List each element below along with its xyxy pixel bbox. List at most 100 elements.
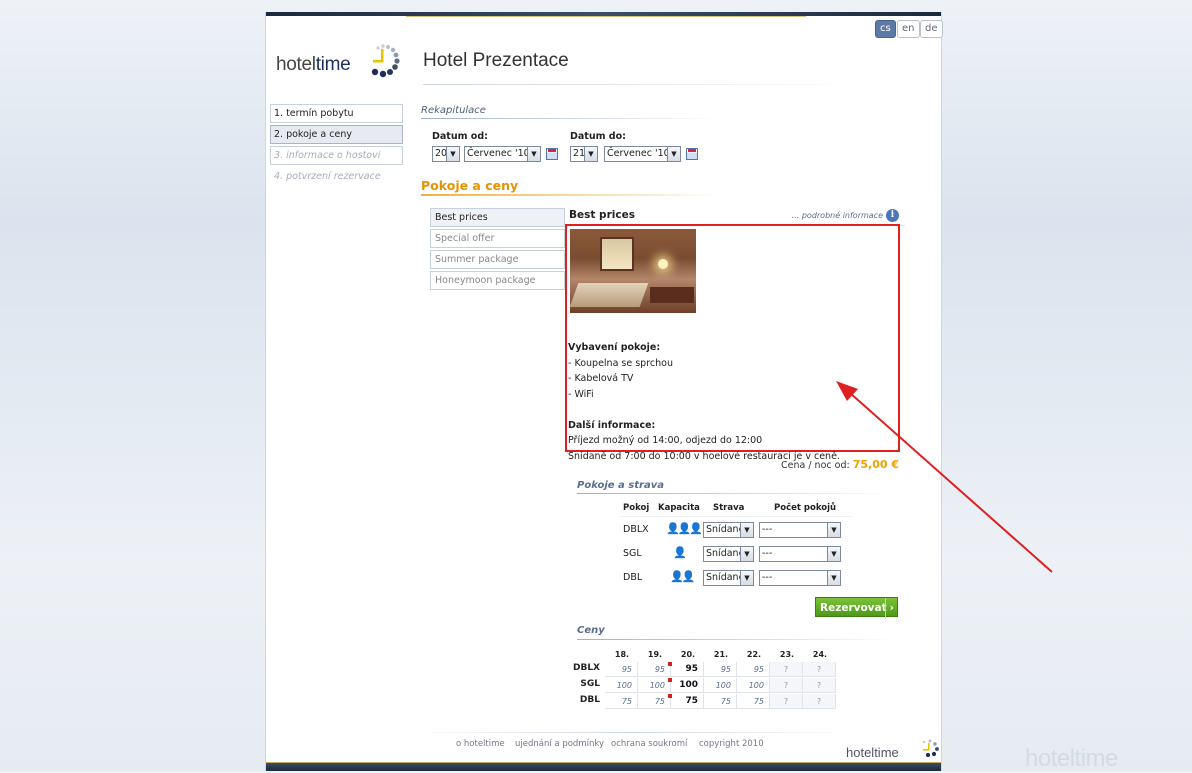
step-rooms-prices[interactable]: 2. pokoje a ceny	[270, 125, 403, 144]
chevron-down-icon: ▼	[584, 147, 597, 161]
clock-dots-icon	[922, 739, 939, 758]
footer-logo[interactable]: hoteltime	[846, 745, 899, 760]
capacity-three-icon: 👤👤👤	[666, 522, 703, 535]
date-to-label: Datum do:	[570, 131, 626, 142]
grid-day-header: 24.	[812, 650, 828, 659]
room-count-select-dblx[interactable]: --- ▼	[759, 522, 841, 538]
grid-price-cell: 75	[605, 694, 638, 709]
footer-link-terms[interactable]: ujednání a podmínky	[515, 739, 604, 749]
rooms-meals-divider	[577, 493, 897, 494]
header-capacity: Kapacita	[658, 503, 700, 513]
capacity-one-icon: 👤	[673, 546, 687, 559]
grid-day-header: 20.	[680, 650, 696, 659]
more-info-heading: Další informace:	[568, 419, 656, 431]
grid-price-cell: 95	[638, 662, 671, 677]
header-room-count: Počet pokojů	[774, 503, 837, 513]
grid-room-label: DBL	[579, 695, 600, 705]
chevron-down-icon: ▼	[740, 571, 753, 585]
package-honeymoon[interactable]: Honeymoon package	[430, 271, 565, 290]
grid-day-header: 18.	[614, 650, 630, 659]
logo-prefix: hotel	[276, 54, 316, 75]
room-type-sgl: SGL	[623, 548, 642, 559]
chevron-down-icon: ▼	[827, 547, 840, 561]
reserve-button[interactable]: Rezervovat ›	[815, 597, 898, 618]
hotel-title: Hotel Prezentace	[423, 50, 569, 71]
grid-price-cell: 75	[737, 694, 770, 709]
rooms-meals-title: Pokoje a strava	[577, 480, 664, 491]
footer-divider	[406, 732, 856, 733]
footer-link-about[interactable]: o hoteltime	[456, 739, 505, 749]
grid-day-header: 21.	[713, 650, 729, 659]
calendar-icon[interactable]	[546, 148, 558, 160]
grid-day-header: 19.	[647, 650, 663, 659]
recap-title: Rekapitulace	[421, 105, 486, 116]
logo-emphasis: time	[315, 54, 351, 75]
grid-price-cell: 95	[605, 662, 638, 677]
grid-price-cell: 75	[704, 694, 737, 709]
footer-link-privacy[interactable]: ochrana soukromí	[611, 739, 687, 749]
date-from-label: Datum od:	[432, 131, 488, 142]
lang-de-button[interactable]: de	[920, 20, 943, 38]
to-month-value: Červenec '10	[607, 148, 670, 159]
price-per-night: Cena / noc od: 75,00 €	[781, 458, 899, 471]
package-best-prices[interactable]: Best prices	[430, 208, 565, 227]
meal-select-dblx[interactable]: Snídaně ▼	[703, 522, 754, 538]
grid-price-cell: 100	[704, 678, 737, 693]
rooms-prices-divider	[421, 194, 721, 196]
booking-page: hoteltime Hotel Prezentace cs en de 1. t…	[265, 12, 943, 771]
package-description: Vybavení pokoje: - Koupelna se sprchou -…	[568, 340, 840, 464]
equipment-item: - Kabelová TV	[568, 373, 634, 384]
room-count-select-dbl[interactable]: --- ▼	[759, 570, 841, 586]
hoteltime-logo[interactable]: hoteltime	[276, 40, 404, 84]
equipment-item: - WiFi	[568, 388, 594, 400]
footer-copyright: copyright 2010	[699, 739, 764, 749]
to-day-select[interactable]: 21 ▼	[570, 146, 598, 162]
meal-select-sgl[interactable]: Snídaně ▼	[703, 546, 754, 562]
grid-day-header: 23.	[779, 650, 795, 659]
grid-price-cell: ?	[803, 662, 836, 677]
bottom-bar	[266, 762, 941, 771]
from-month-select[interactable]: Červenec '10 ▼	[464, 146, 541, 162]
grid-price-cell: ?	[770, 678, 803, 693]
grid-price-cell: 95	[671, 662, 704, 677]
info-icon[interactable]: i	[886, 209, 899, 222]
grid-price-cell: 100	[638, 678, 671, 693]
capacity-two-icon: 👤👤	[670, 570, 695, 583]
more-info-link[interactable]: ... podrobné informace	[792, 211, 883, 220]
rooms-prices-title: Pokoje a ceny	[421, 178, 519, 193]
grid-room-label: DBLX	[572, 663, 600, 673]
price-value: 75,00 €	[852, 458, 899, 471]
grid-price-cell: 100	[671, 678, 704, 693]
grid-room-label: SGL	[580, 679, 600, 689]
price-label: Cena / noc od:	[781, 460, 850, 471]
grid-price-cell: 100	[737, 678, 770, 693]
room-type-dbl: DBL	[623, 572, 643, 583]
from-day-select[interactable]: 20 ▼	[432, 146, 460, 162]
grid-price-cell: 75	[671, 694, 704, 709]
grid-price-cell: ?	[770, 694, 803, 709]
chevron-down-icon: ▼	[827, 523, 840, 537]
package-detail-title: Best prices	[569, 209, 635, 221]
prices-divider	[577, 639, 897, 640]
chevron-down-icon: ▼	[527, 147, 540, 161]
chevron-right-icon: ›	[884, 598, 894, 618]
meal-select-dbl[interactable]: Snídaně ▼	[703, 570, 754, 586]
chevron-down-icon: ▼	[740, 547, 753, 561]
grid-price-cell: 100	[605, 678, 638, 693]
chevron-down-icon: ▼	[827, 571, 840, 585]
hoteltime-watermark: hoteltime	[1025, 745, 1118, 772]
step-confirmation: 4. potvrzení rezervace	[270, 167, 403, 186]
grid-price-cell: 95	[737, 662, 770, 677]
lang-en-button[interactable]: en	[897, 20, 920, 38]
chevron-down-icon: ▼	[446, 147, 459, 161]
room-photo[interactable]	[570, 229, 696, 313]
lang-cs-button[interactable]: cs	[875, 20, 896, 38]
calendar-icon[interactable]	[686, 148, 698, 160]
package-special-offer[interactable]: Special offer	[430, 229, 565, 248]
step-date[interactable]: 1. termín pobytu	[270, 104, 403, 123]
package-summer[interactable]: Summer package	[430, 250, 565, 269]
reserve-label: Rezervovat	[820, 602, 887, 614]
room-count-select-sgl[interactable]: --- ▼	[759, 546, 841, 562]
step-guest-info: 3. informace o hostovi	[270, 146, 403, 165]
to-month-select[interactable]: Červenec '10 ▼	[604, 146, 681, 162]
